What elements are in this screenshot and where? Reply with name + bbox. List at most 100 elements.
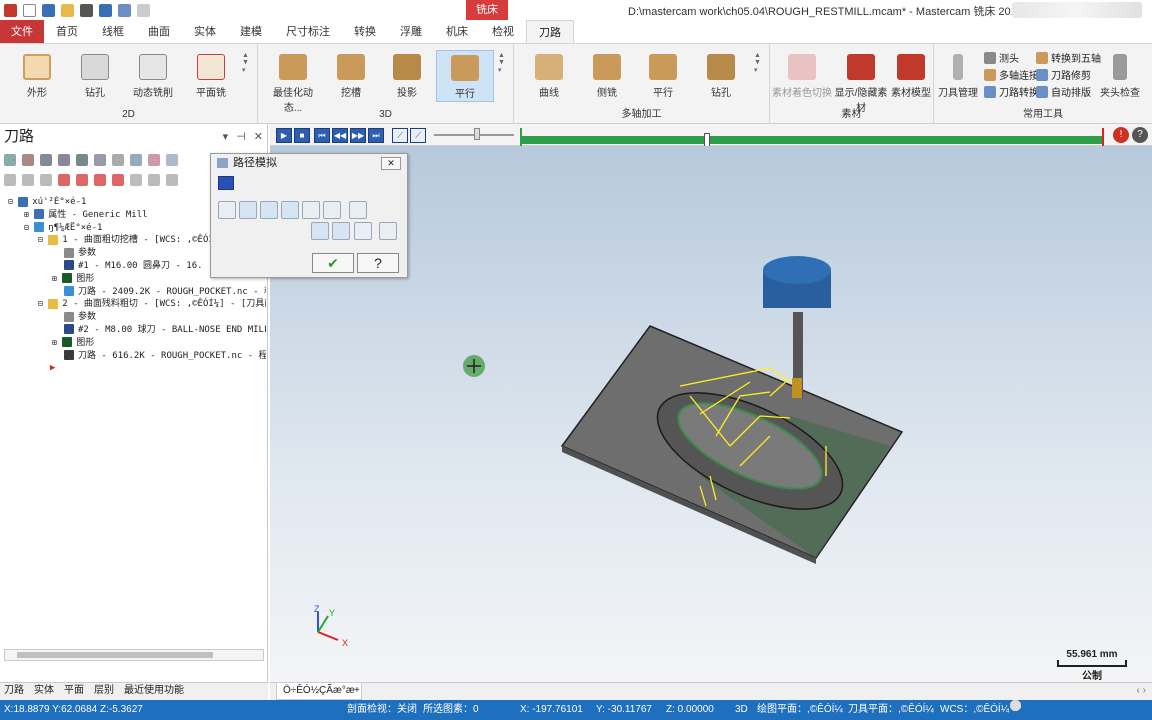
tree-op2-toolpath[interactable]: 刀路 - 616.2K - ROUGH_POCKET.nc - 程序 — [4, 350, 266, 363]
quick-verify-icon[interactable] — [323, 201, 341, 219]
multiaxis-parallel-button[interactable]: 平行 — [634, 50, 692, 102]
screenshot-icon[interactable] — [354, 222, 372, 240]
parallel-button[interactable]: 平行 — [436, 50, 494, 102]
open-folder-icon[interactable] — [61, 3, 74, 17]
toolpath-transform-button[interactable]: 刀路转换 — [984, 84, 1039, 99]
wcs-status[interactable]: WCS：,©ÊÓÍ¼ — [940, 700, 1009, 720]
highfeed-icon[interactable] — [166, 154, 178, 166]
toggle-post-icon[interactable] — [40, 174, 52, 186]
ok-button[interactable]: ✔ — [312, 253, 354, 273]
speed-slider-thumb[interactable] — [474, 128, 480, 140]
lock-icon[interactable] — [4, 174, 16, 186]
save-icon[interactable] — [42, 3, 55, 17]
tree-op2-geometry[interactable]: ⊞ 图形 — [4, 337, 266, 350]
x-coordinate[interactable]: X: -197.76101 — [520, 700, 583, 720]
dialog-close-button[interactable]: ✕ — [381, 157, 401, 170]
trim-toolpath-icon[interactable] — [311, 222, 329, 240]
g1-icon[interactable] — [112, 154, 124, 166]
cplane-status[interactable]: 绘图平面：,©ÊÓÍ¼ — [757, 700, 843, 720]
select-dirty-icon[interactable] — [40, 154, 52, 166]
tab-home[interactable]: 首页 — [44, 20, 90, 43]
tool-manager-button[interactable]: 刀具管理 — [936, 50, 980, 102]
regenerate-dirty-icon[interactable] — [76, 154, 88, 166]
probe-button[interactable]: 测头 — [984, 50, 1019, 65]
info-icon[interactable] — [349, 201, 367, 219]
regenerate-icon[interactable] — [58, 154, 70, 166]
swarf-button[interactable]: 侧铣 — [578, 50, 636, 102]
close-icon[interactable]: ✕ — [254, 124, 263, 150]
stock-shading-button[interactable]: 素材着色切换 — [772, 50, 832, 102]
new-file-icon[interactable] — [23, 3, 36, 17]
gallery-scroll-3d[interactable]: ▲ ▼ ▾ — [498, 52, 506, 102]
select-all-icon[interactable] — [4, 154, 16, 166]
insert-arrow-icon[interactable] — [94, 174, 106, 186]
pin-icon[interactable]: ⊣ — [236, 124, 246, 150]
z-coordinate[interactable]: Z: 0.00000 — [666, 700, 714, 720]
toggle-display-icon[interactable] — [22, 174, 34, 186]
viewsheet-scroll-icon[interactable]: ‹ › — [1137, 683, 1146, 699]
stop-button[interactable]: ■ — [294, 128, 310, 143]
tab-relief[interactable]: 浮雕 — [388, 20, 434, 43]
project-button[interactable]: 投影 — [378, 50, 436, 102]
tab-transform[interactable]: 转换 — [342, 20, 388, 43]
step-toolpath-icon[interactable] — [332, 222, 350, 240]
curve-button[interactable]: 曲线 — [520, 50, 578, 102]
expand-dialog-icon[interactable] — [218, 176, 234, 190]
gallery-scroll-2d[interactable]: ▲ ▼ ▾ — [242, 52, 250, 102]
trim-toolpath-button[interactable]: 刀路修剪 — [1036, 67, 1091, 82]
tab-machine[interactable]: 机床 — [434, 20, 480, 43]
help-icon[interactable]: ? — [1132, 127, 1148, 143]
gallery-scroll-multiaxis[interactable]: ▲ ▼ ▾ — [754, 52, 762, 102]
tab-file[interactable]: 文件 — [0, 20, 44, 43]
tab-dimension[interactable]: 尺寸标注 — [274, 20, 342, 43]
move-up-icon[interactable] — [76, 174, 88, 186]
material-icon[interactable] — [1010, 700, 1021, 711]
deselect-icon[interactable] — [22, 154, 34, 166]
run-mode-button[interactable]: ⟋ — [410, 128, 426, 143]
optirough-button[interactable]: 最佳化动态... — [264, 50, 322, 114]
redo-icon[interactable] — [137, 3, 150, 17]
post-icon[interactable] — [148, 154, 160, 166]
tab-view[interactable]: 检视 — [480, 20, 526, 43]
display-color-icon[interactable] — [218, 201, 236, 219]
trace-mode-button[interactable]: ⟋ — [392, 128, 408, 143]
tab-solids-manager[interactable]: 实体 — [34, 683, 54, 700]
section-view-status[interactable]: 剖面检视：关闭 — [347, 700, 417, 720]
holder-check-button[interactable]: 夹头检查 — [1098, 50, 1142, 102]
save-as-icon[interactable] — [99, 3, 112, 17]
multiaxis-drill-button[interactable]: 钻孔 — [692, 50, 750, 102]
tab-surfaces[interactable]: 曲面 — [136, 20, 182, 43]
scroll-to-insert-icon[interactable] — [112, 174, 124, 186]
end-button[interactable]: ⏭ — [368, 128, 384, 143]
window-controls[interactable] — [1012, 2, 1142, 18]
tab-solids[interactable]: 实体 — [182, 20, 228, 43]
alert-icon[interactable]: ! — [1113, 127, 1129, 143]
pocket-button[interactable]: 挖槽 — [322, 50, 380, 102]
tab-planes-manager[interactable]: 平面 — [64, 683, 84, 700]
nesting-button[interactable]: 自动排版 — [1036, 84, 1091, 99]
contour-button[interactable]: 外形 — [8, 50, 66, 102]
play-button[interactable]: ▶ — [276, 128, 292, 143]
tab-model-prep[interactable]: 建模 — [228, 20, 274, 43]
tree-op2-parameters[interactable]: 参数 — [4, 311, 266, 324]
dynamic-mill-button[interactable]: 动态铣削 — [124, 50, 182, 102]
backplot-icon[interactable] — [94, 154, 106, 166]
tree-op2-tool[interactable]: #2 - M8.00 球刀 - BALL-NOSE END MILL - — [4, 324, 266, 337]
undo-icon[interactable] — [118, 3, 131, 17]
progress-marker[interactable] — [704, 133, 710, 147]
step-back-button[interactable]: ◀◀ — [332, 128, 348, 143]
tab-levels-manager[interactable]: 层别 — [94, 683, 114, 700]
tree-operation-2[interactable]: ⊟ 2 - 曲面残料粗切 - [WCS: ,©ÊÓÍ¼] - [刀具面 — [4, 298, 266, 311]
display-tool-icon[interactable] — [239, 201, 257, 219]
single-display-icon[interactable] — [130, 174, 142, 186]
tplane-status[interactable]: 刀具平面：,©ÊÓÍ¼ — [848, 700, 934, 720]
display-holder-icon[interactable] — [260, 201, 278, 219]
stock-model-button[interactable]: 素材模型 — [890, 50, 932, 102]
mode-3d[interactable]: 3D — [735, 700, 748, 720]
simulation-progress-track[interactable] — [522, 133, 1104, 147]
tab-recent-functions[interactable]: 最近使用功能 — [124, 683, 184, 700]
display-endpoints-icon[interactable] — [302, 201, 320, 219]
dialog-help-button[interactable]: ? — [357, 253, 399, 273]
help-panel-icon[interactable] — [166, 174, 178, 186]
panel-dropdown-icon[interactable]: ▾ — [223, 124, 229, 150]
